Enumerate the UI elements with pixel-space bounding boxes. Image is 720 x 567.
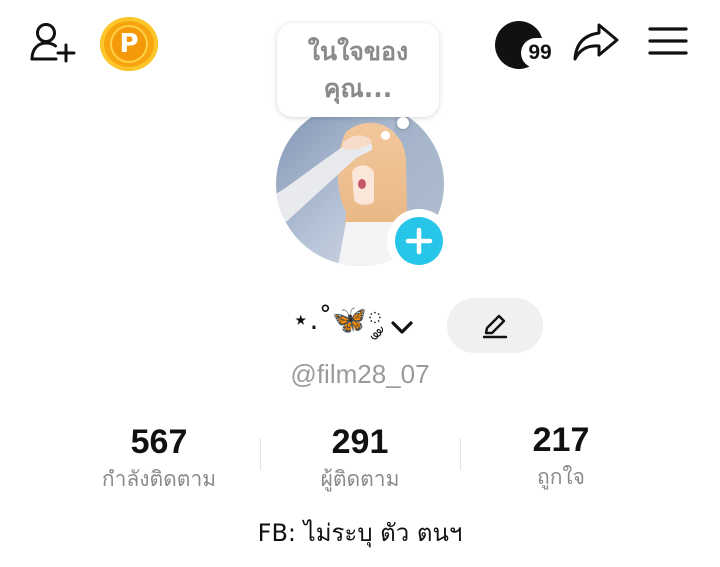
pencil-icon: [482, 314, 508, 338]
share-arrow-icon: [573, 23, 619, 61]
followers-count: 291: [331, 423, 389, 461]
username: @film28_07: [290, 359, 430, 389]
following-label: กำลังติดตาม: [101, 467, 217, 491]
coin-p-icon: P: [110, 25, 148, 63]
chevron-down-icon: [391, 321, 413, 334]
display-name: ⋆.˚🦋༘: [292, 302, 383, 336]
share-button[interactable]: [570, 20, 622, 64]
display-name-switcher[interactable]: ⋆.˚🦋༘: [292, 302, 417, 352]
add-photo-button[interactable]: [387, 209, 451, 273]
following-stat[interactable]: 567 กำลังติดตาม: [59, 420, 259, 494]
thought-bubble-tail-dot: [381, 131, 390, 140]
plus-icon: [395, 217, 443, 265]
add-friend-button[interactable]: [26, 18, 80, 66]
coin-letter: P: [119, 29, 139, 59]
likes-stat[interactable]: 217 ถูกใจ: [461, 418, 661, 492]
thought-bubble[interactable]: ในใจของคุณ...: [277, 23, 439, 117]
thought-bubble-text: ในใจของคุณ...: [307, 37, 409, 103]
following-count: 567: [130, 423, 188, 461]
edit-profile-button[interactable]: [447, 298, 543, 353]
menu-button[interactable]: [646, 22, 690, 60]
thought-bubble-tail: [397, 117, 409, 129]
coins-button[interactable]: P: [100, 17, 158, 71]
notification-count-badge: 99: [521, 38, 559, 68]
followers-label: ผู้ติดตาม: [320, 467, 400, 491]
likes-count: 217: [532, 421, 590, 459]
hamburger-menu-icon: [648, 27, 688, 55]
notifications-button[interactable]: 99: [495, 20, 561, 72]
bio-text: FB: ไม่ระบุ ตัว ตนฯ: [257, 519, 463, 547]
followers-stat[interactable]: 291 ผู้ติดตาม: [260, 420, 460, 494]
likes-label: ถูกใจ: [537, 465, 585, 489]
person-add-icon: [30, 23, 76, 63]
